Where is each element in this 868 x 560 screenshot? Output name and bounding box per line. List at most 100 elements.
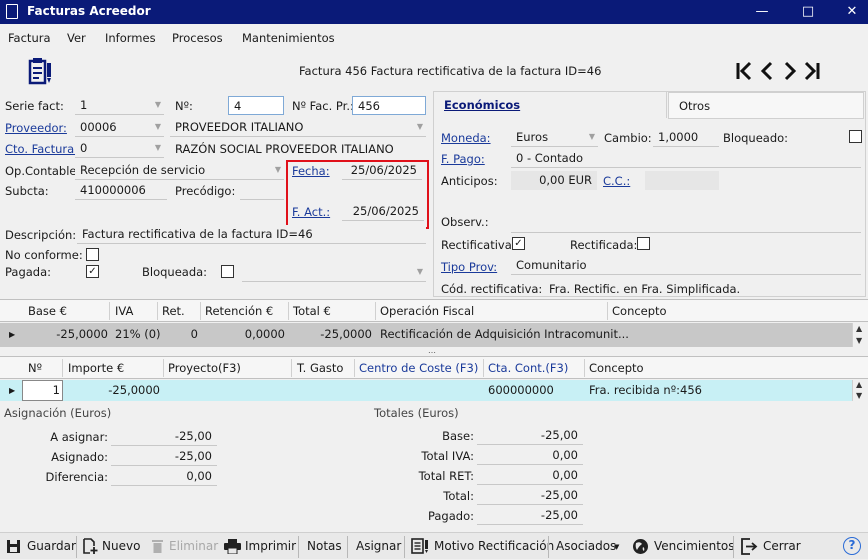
cost-grid-row[interactable]: ▶ 1 -25,0000 600000000 Fra. recibida nº:… xyxy=(0,380,852,401)
cell-iva[interactable]: 21% (0) xyxy=(115,327,161,341)
scroll-up-icon[interactable]: ▲ xyxy=(856,324,862,333)
tipoprov-select[interactable]: Comunitario xyxy=(511,256,861,275)
proveedor-label[interactable]: Proveedor: xyxy=(5,121,67,135)
last-record-icon[interactable] xyxy=(804,61,820,81)
proveedor-select[interactable]: 00006 ▼ xyxy=(75,118,164,137)
menu-informes[interactable]: Informes xyxy=(105,31,156,45)
noconforme-label: No conforme: xyxy=(5,248,83,262)
cell-base[interactable]: -25,0000 xyxy=(22,327,108,341)
menu-mantenimientos[interactable]: Mantenimientos xyxy=(242,31,335,45)
menu-procesos[interactable]: Procesos xyxy=(172,31,223,45)
serie-select[interactable]: 1 ▼ xyxy=(75,96,164,115)
asociados-dropdown[interactable]: Asociados ▼ xyxy=(552,533,626,560)
scroll-down-icon[interactable]: ▼ xyxy=(856,336,862,345)
precodigo-input[interactable] xyxy=(240,181,284,200)
save-icon xyxy=(7,540,20,553)
col-total[interactable]: Total € xyxy=(293,304,331,318)
imprimir-button[interactable]: Imprimir xyxy=(222,533,296,560)
cell-total[interactable]: -25,0000 xyxy=(293,327,372,341)
cost-grid-scrollbar[interactable]: ▲ ▼ xyxy=(852,380,867,401)
eliminar-button[interactable]: Eliminar xyxy=(145,533,218,560)
cell-operacion[interactable]: Rectificación de Adquisición Intracomuni… xyxy=(380,327,629,341)
col-base[interactable]: Base € xyxy=(28,304,67,318)
guardar-button[interactable]: Guardar xyxy=(0,533,76,560)
tax-grid-row[interactable]: ▶ -25,0000 21% (0) 0 0,0000 -25,0000 Rec… xyxy=(0,323,852,347)
close-button[interactable]: ✕ xyxy=(830,0,868,24)
fpago-select[interactable]: 0 - Contado xyxy=(511,149,861,168)
cell-ret[interactable]: 0 xyxy=(162,327,198,341)
menu-ver[interactable]: Ver xyxy=(67,31,86,45)
cell-retencion[interactable]: 0,0000 xyxy=(205,327,285,341)
col-tgasto[interactable]: T. Gasto xyxy=(297,361,343,375)
bloqueada-select[interactable]: ▼ xyxy=(242,263,426,282)
col-importe[interactable]: Importe € xyxy=(68,361,124,375)
cambio-input[interactable]: 1,0000 xyxy=(653,128,719,147)
no-input[interactable]: 4 xyxy=(228,96,284,115)
ctofactura-label[interactable]: Cto. Factura: xyxy=(5,142,78,156)
total-label: Total: xyxy=(443,489,474,503)
col-ctacont[interactable]: Cta. Cont.(F3) xyxy=(488,361,568,375)
moneda-label[interactable]: Moneda: xyxy=(441,131,491,145)
descripcion-label: Descripción: xyxy=(5,228,77,242)
cell-ctacont[interactable]: 600000000 xyxy=(488,383,554,397)
bloqueado-checkbox[interactable] xyxy=(849,130,862,143)
col-centrocoste[interactable]: Centro de Coste (F3) xyxy=(359,361,478,375)
notas-button[interactable]: Notas xyxy=(307,539,342,553)
previous-record-icon[interactable] xyxy=(760,61,773,81)
iva-total: 0,00 xyxy=(477,446,583,465)
ret-label: Total RET: xyxy=(418,469,474,483)
rectificativa-checkbox[interactable]: ✓ xyxy=(512,237,525,250)
nfacpr-input[interactable]: 456 xyxy=(352,96,426,115)
row-pointer-icon: ▶ xyxy=(9,330,16,339)
cell-concepto2[interactable]: Fra. recibida nº:456 xyxy=(589,383,702,397)
observ-textarea[interactable] xyxy=(511,195,861,233)
col-iva[interactable]: IVA xyxy=(115,304,133,318)
scroll-down-icon[interactable]: ▼ xyxy=(856,391,862,400)
tab-otros[interactable]: Otros xyxy=(668,92,864,119)
col-operacion[interactable]: Operación Fiscal xyxy=(380,304,474,318)
cerrar-button[interactable]: Cerrar xyxy=(737,533,805,560)
noconforme-checkbox[interactable] xyxy=(86,248,99,261)
col-proyecto[interactable]: Proyecto(F3) xyxy=(168,361,241,375)
opcontable-select[interactable]: Recepción de servicio ▼ xyxy=(75,161,284,180)
fpago-label[interactable]: F. Pago: xyxy=(441,152,485,166)
tipoprov-label[interactable]: Tipo Prov: xyxy=(441,260,497,274)
col-n[interactable]: Nº xyxy=(28,361,42,375)
vencimientos-button[interactable]: Vencimientos xyxy=(630,533,735,560)
col-concepto2[interactable]: Concepto xyxy=(589,361,644,375)
tax-grid-scrollbar[interactable]: ▲ ▼ xyxy=(852,323,867,347)
col-ret[interactable]: Ret. xyxy=(162,304,185,318)
menu-bar: Factura Ver Informes Procesos Mantenimie… xyxy=(0,26,868,50)
motivo-rectificacion-button[interactable]: Motivo Rectificación xyxy=(408,533,554,560)
title-bar: Facturas Acreedor — □ ✕ xyxy=(0,0,868,24)
next-record-icon[interactable] xyxy=(784,61,797,81)
a-asignar-value: -25,00 xyxy=(111,427,217,446)
tab-economicos[interactable]: Económicos xyxy=(433,91,667,118)
descripcion-input[interactable]: Factura rectificativa de la factura ID=4… xyxy=(77,225,426,244)
subcta-input[interactable]: 410000006 xyxy=(75,181,167,200)
col-concepto[interactable]: Concepto xyxy=(612,304,667,318)
maximize-button[interactable]: □ xyxy=(786,0,830,24)
asignar-button[interactable]: Asignar xyxy=(356,539,401,553)
moneda-value: Euros xyxy=(516,130,549,144)
first-record-icon[interactable] xyxy=(736,61,752,81)
moneda-select[interactable]: Euros ▼ xyxy=(511,128,598,147)
rectificada-checkbox[interactable] xyxy=(637,237,650,250)
help-icon[interactable]: ? xyxy=(843,537,861,555)
splitter-handle[interactable]: … xyxy=(428,347,440,355)
nuevo-button[interactable]: Nuevo xyxy=(79,533,141,560)
cell-n[interactable]: 1 xyxy=(26,383,60,397)
bloqueada-checkbox[interactable] xyxy=(221,265,234,278)
ctofactura-select[interactable]: 0 ▼ xyxy=(75,139,164,158)
pagada-checkbox[interactable]: ✓ xyxy=(86,265,99,278)
anticipos-value: 0,00 EUR xyxy=(511,171,597,190)
cell-importe[interactable]: -25,0000 xyxy=(68,383,160,397)
minimize-button[interactable]: — xyxy=(740,0,784,24)
menu-factura[interactable]: Factura xyxy=(8,31,51,45)
guardar-label: Guardar xyxy=(27,539,76,553)
col-retencion[interactable]: Retención € xyxy=(205,304,273,318)
scroll-up-icon[interactable]: ▲ xyxy=(856,380,862,389)
rectificativa-label: Rectificativa: xyxy=(441,238,516,252)
cc-input[interactable] xyxy=(645,171,719,190)
cc-label[interactable]: C.C.: xyxy=(603,174,630,188)
